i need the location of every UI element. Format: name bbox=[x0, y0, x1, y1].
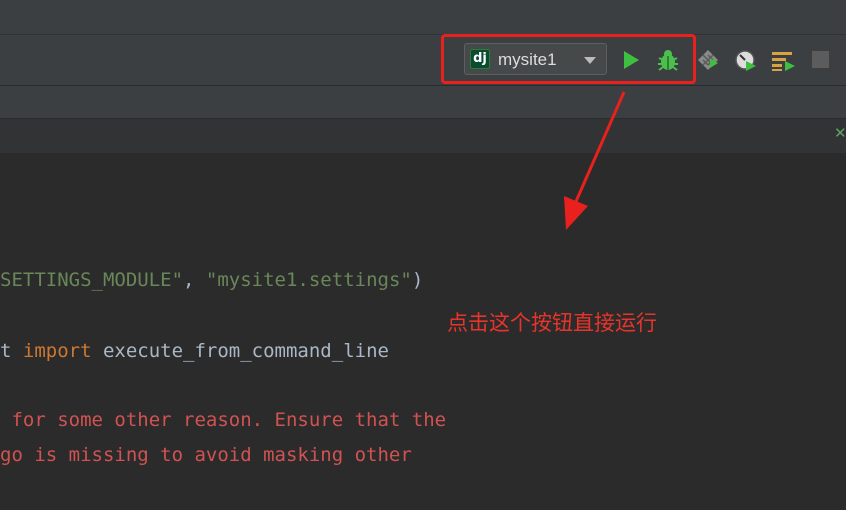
code-text: execute_from_command_line bbox=[91, 340, 389, 362]
editor-tab-bar bbox=[0, 119, 846, 154]
code-punctuation: , bbox=[183, 269, 206, 291]
stop-icon[interactable] bbox=[812, 51, 829, 68]
code-line-3: for some other reason. Ensure that the bbox=[0, 409, 447, 431]
code-string: SETTINGS_MODULE" bbox=[0, 269, 184, 291]
code-line-1: SETTINGS_MODULE", "mysite1.settings") bbox=[0, 268, 423, 292]
profile-icon[interactable] bbox=[734, 49, 758, 73]
annotation-arrow bbox=[564, 91, 626, 230]
code-string: "mysite1.settings" bbox=[205, 269, 412, 291]
code-line-4: go is missing to avoid masking other bbox=[0, 444, 412, 466]
close-icon[interactable]: ✕ bbox=[834, 124, 846, 142]
code-punctuation: ) bbox=[411, 269, 424, 291]
coverage-icon[interactable] bbox=[697, 49, 719, 71]
main-toolbar bbox=[0, 35, 846, 86]
code-line-2: t import execute_from_command_line bbox=[0, 339, 389, 363]
highlight-box bbox=[441, 34, 696, 84]
navigation-bar bbox=[0, 86, 846, 119]
top-bar bbox=[0, 0, 846, 35]
code-text: t bbox=[0, 340, 23, 362]
code-keyword: import bbox=[22, 340, 92, 362]
concurrency-icon[interactable] bbox=[771, 50, 797, 72]
annotation-text: 点击这个按钮直接运行 bbox=[447, 311, 657, 335]
